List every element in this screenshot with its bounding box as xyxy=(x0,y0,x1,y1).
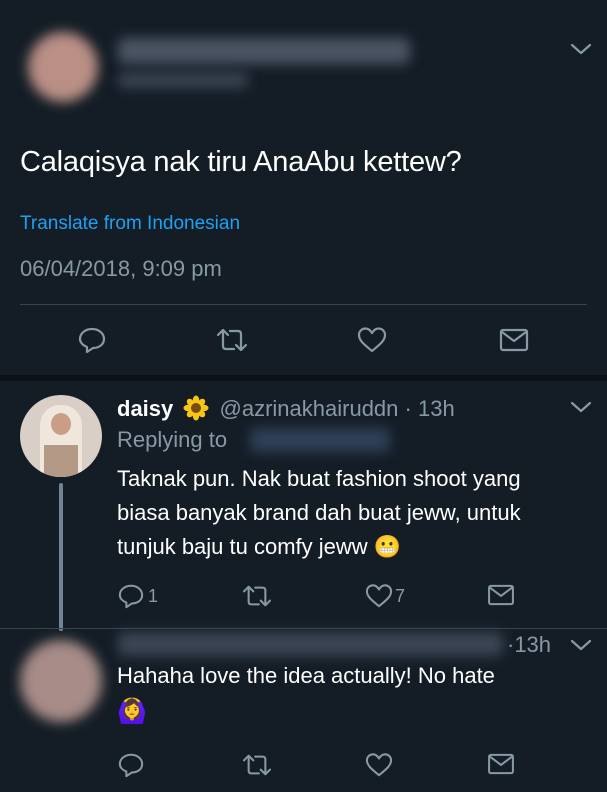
retweet-icon xyxy=(242,585,272,607)
author-name-redacted xyxy=(118,632,503,656)
like-icon xyxy=(365,753,393,777)
retweet-button[interactable] xyxy=(241,583,273,609)
replying-to-handle-redacted[interactable] xyxy=(250,428,390,452)
share-button[interactable] xyxy=(487,753,515,775)
share-button[interactable] xyxy=(499,328,529,352)
tweet-timestamp: 06/04/2018, 9:09 pm xyxy=(20,256,222,281)
tweet-text: Calaqisya nak tiru AnaAbu kettew? xyxy=(20,146,462,178)
reply-divider xyxy=(0,628,607,629)
retweet-icon xyxy=(216,328,248,352)
display-name[interactable]: daisy xyxy=(117,396,173,421)
retweet-icon xyxy=(242,754,272,776)
sunflower-icon xyxy=(183,395,209,421)
reply-icon xyxy=(78,327,106,354)
reply-time[interactable]: 13h xyxy=(418,396,455,421)
translate-link[interactable]: Translate from Indonesian xyxy=(20,213,240,235)
timestamp-divider xyxy=(20,304,587,305)
replying-to-label: Replying to xyxy=(117,427,228,452)
reply-count: 1 xyxy=(148,585,159,606)
thread-line xyxy=(59,483,63,631)
dot-separator: · xyxy=(404,396,412,421)
retweet-button[interactable] xyxy=(215,326,249,354)
author-name-redacted xyxy=(118,38,410,64)
like-icon xyxy=(365,584,393,608)
reply-button[interactable]: 1 xyxy=(118,583,158,609)
share-icon xyxy=(488,584,514,606)
reply-icon xyxy=(118,753,144,778)
reply-header: daisy @azrinakhairuddn · 13h xyxy=(117,395,455,422)
reply-button[interactable] xyxy=(78,326,106,354)
reply-time[interactable]: ·13h xyxy=(507,632,551,658)
chevron-down-icon[interactable] xyxy=(570,400,592,414)
retweet-button[interactable] xyxy=(241,752,273,778)
reply-button[interactable] xyxy=(118,752,144,778)
reply-text-line: Taknak pun. Nak buat fashion shoot yang xyxy=(117,466,521,491)
share-button[interactable] xyxy=(487,584,515,606)
like-button[interactable] xyxy=(357,326,387,354)
avatar[interactable] xyxy=(28,32,98,102)
avatar[interactable] xyxy=(20,395,102,477)
share-icon xyxy=(499,328,529,352)
avatar[interactable] xyxy=(20,640,102,722)
section-divider xyxy=(0,375,607,381)
like-count: 7 xyxy=(395,585,406,606)
reply-text: Taknak pun. Nak buat fashion shoot yang … xyxy=(117,462,521,564)
chevron-down-icon[interactable] xyxy=(570,638,592,652)
handle[interactable]: @azrinakhairuddn xyxy=(220,396,399,421)
chevron-down-icon[interactable] xyxy=(570,42,592,56)
author-handle-redacted xyxy=(118,72,248,88)
reply-icon xyxy=(118,584,144,609)
like-icon xyxy=(357,327,387,353)
reply-text: Hahaha love the idea actually! No hate xyxy=(117,663,495,688)
like-button[interactable] xyxy=(365,752,393,778)
reply-emoji: 🙆‍♀️ xyxy=(117,698,147,725)
share-icon xyxy=(488,753,514,775)
reply-text-line: biasa banyak brand dah buat jeww, untuk xyxy=(117,500,521,525)
reply-text-line: tunjuk baju tu comfy jeww 😬 xyxy=(117,534,402,559)
like-button[interactable]: 7 xyxy=(365,583,405,609)
